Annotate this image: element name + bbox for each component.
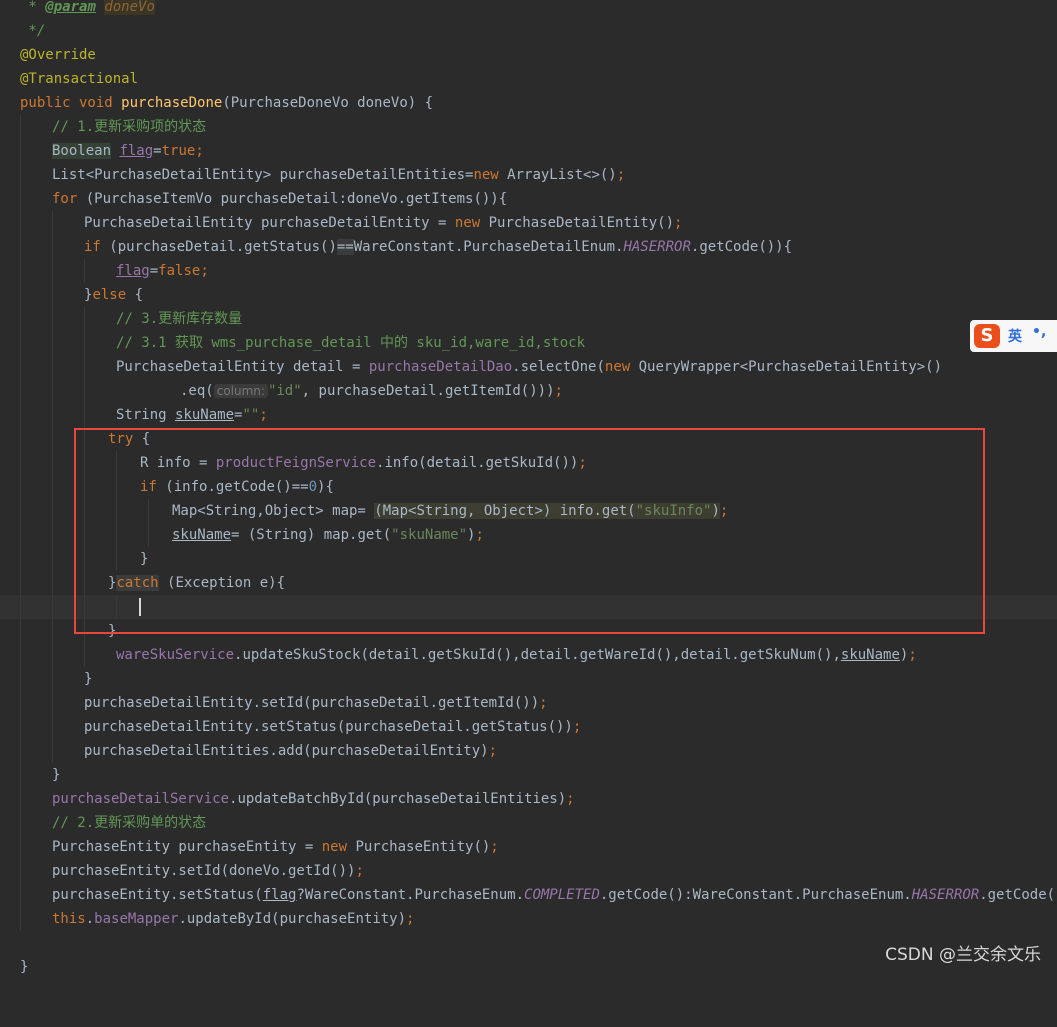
code-line: Boolean flag=true; bbox=[0, 139, 1057, 163]
code-line: purchaseDetailEntities.add(purchaseDetai… bbox=[0, 739, 1057, 763]
code-line: if (purchaseDetail.getStatus()==WareCons… bbox=[0, 235, 1057, 259]
code-line: */ bbox=[20, 23, 46, 39]
code-line: purchaseDetailEntity.setStatus(purchaseD… bbox=[0, 715, 1057, 739]
code-line: // 1.更新采购项的状态 bbox=[0, 115, 1057, 139]
ime-language-toggle[interactable]: 英 bbox=[1008, 326, 1022, 346]
code-line: purchaseDetailEntity.setId(purchaseDetai… bbox=[0, 691, 1057, 715]
code-line: List<PurchaseDetailEntity> purchaseDetai… bbox=[0, 163, 1057, 187]
code-line: // 3.更新库存数量 bbox=[0, 307, 1057, 331]
code-line: flag=false; bbox=[0, 259, 1057, 283]
code-line: wareSkuService.updateSkuStock(detail.get… bbox=[0, 643, 1057, 667]
code-line: } bbox=[0, 763, 1057, 787]
code-line: public void purchaseDone(PurchaseDoneVo … bbox=[20, 95, 434, 111]
sogou-logo-icon: S bbox=[974, 324, 1000, 348]
code-line: // 2.更新采购单的状态 bbox=[0, 811, 1057, 835]
code-line: this.baseMapper.updateById(purchaseEntit… bbox=[0, 907, 1057, 931]
code-line: .eq(column: "id", purchaseDetail.getItemI… bbox=[0, 379, 1057, 403]
code-line: String skuName=""; bbox=[0, 403, 1057, 427]
code-line: }else { bbox=[0, 283, 1057, 307]
ime-punctuation-toggle[interactable]: •, bbox=[1032, 324, 1046, 340]
code-line: for (PurchaseItemVo purchaseDetail:doneV… bbox=[0, 187, 1057, 211]
code-line: PurchaseDetailEntity purchaseDetailEntit… bbox=[0, 211, 1057, 235]
ime-toolbar[interactable]: S 英 •, bbox=[970, 320, 1057, 352]
watermark: CSDN @兰交余文乐 bbox=[885, 945, 1041, 965]
code-editor[interactable]: * @param doneVo */ @Override @Transactio… bbox=[0, 0, 1057, 975]
code-line: @Transactional bbox=[20, 71, 139, 87]
code-line: @Override bbox=[20, 47, 96, 63]
parameter-hint: column: bbox=[213, 384, 268, 398]
code-line: } bbox=[0, 667, 1057, 691]
code-line: purchaseDetailService.updateBatchById(pu… bbox=[0, 787, 1057, 811]
highlight-box bbox=[74, 428, 985, 634]
code-line: purchaseEntity.setStatus(flag?WareConsta… bbox=[0, 883, 1057, 907]
code-line: PurchaseEntity purchaseEntity = new Purc… bbox=[0, 835, 1057, 859]
code-line: * @param doneVo bbox=[20, 0, 155, 15]
code-line: purchaseEntity.setId(doneVo.getId()); bbox=[0, 859, 1057, 883]
code-line: PurchaseDetailEntity detail = purchaseDe… bbox=[0, 355, 1057, 379]
code-line: // 3.1 获取 wms_purchase_detail 中的 sku_id,… bbox=[0, 331, 1057, 355]
